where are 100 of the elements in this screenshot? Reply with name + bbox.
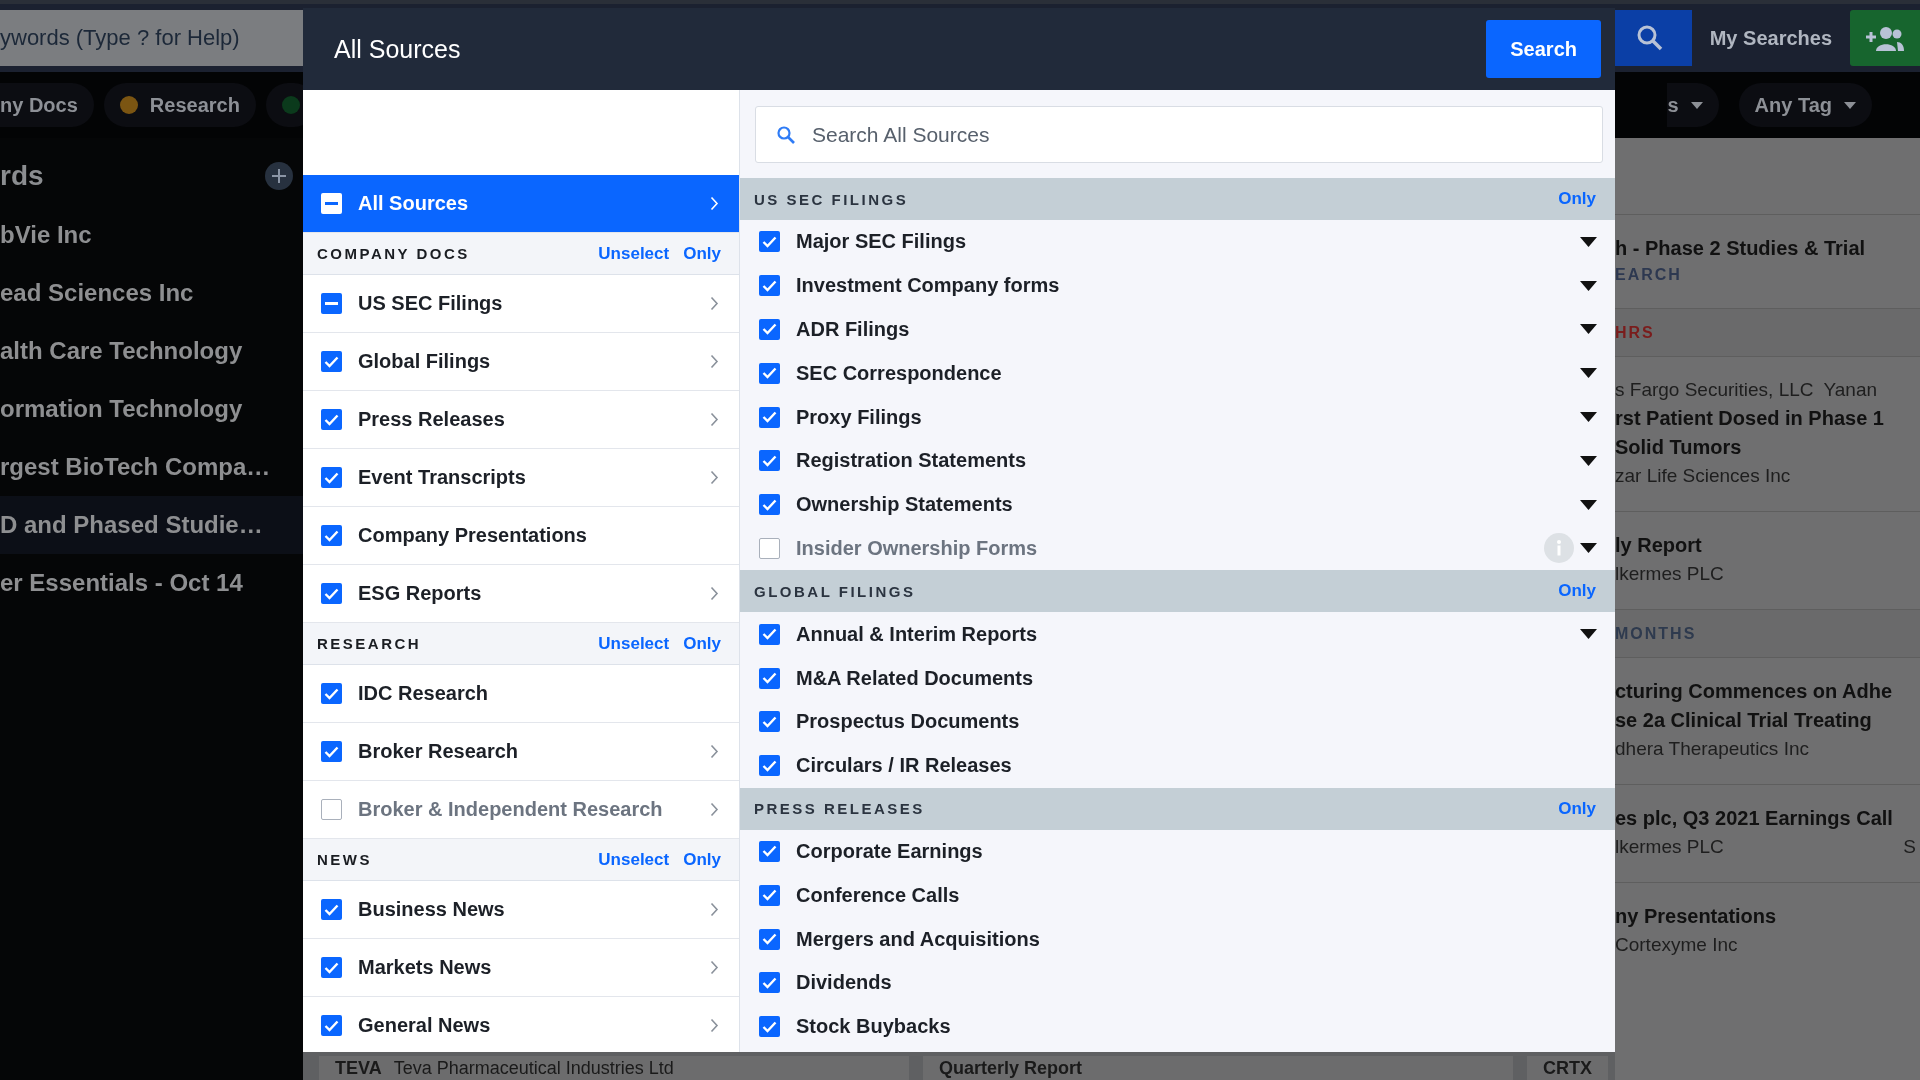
sidebar-item[interactable]: er Essentials - Oct 14 bbox=[0, 554, 303, 612]
add-user-button[interactable] bbox=[1850, 10, 1920, 66]
checkbox[interactable] bbox=[759, 450, 780, 472]
result-title[interactable]: Solid Tumors bbox=[1615, 436, 1920, 459]
search-field[interactable]: ywords (Type ? for Help) bbox=[0, 10, 303, 66]
result-title[interactable]: ny Presentations bbox=[1615, 905, 1920, 928]
source-option[interactable]: Annual & Interim Reports bbox=[796, 622, 1038, 646]
only-link[interactable]: Only bbox=[683, 243, 721, 264]
filter-chip[interactable]: ny Docs bbox=[0, 83, 94, 127]
chevron-right-icon[interactable] bbox=[710, 902, 719, 917]
source-option[interactable]: Prospectus Documents bbox=[796, 710, 1020, 734]
checkbox[interactable] bbox=[759, 231, 780, 253]
checkbox[interactable] bbox=[759, 406, 780, 428]
sidebar-item[interactable]: rgest BioTech Compa… bbox=[0, 438, 303, 496]
source-option[interactable]: M&A Related Documents bbox=[796, 666, 1034, 690]
checkbox[interactable] bbox=[321, 467, 342, 488]
source-option[interactable]: Registration Statements bbox=[796, 449, 1027, 473]
search-button[interactable]: Search bbox=[1486, 20, 1601, 78]
checkbox[interactable] bbox=[759, 711, 780, 733]
caret-down-icon[interactable] bbox=[1580, 499, 1597, 510]
add-button[interactable] bbox=[265, 162, 293, 190]
unselect-link[interactable]: Unselect bbox=[598, 633, 670, 654]
filter-dropdown[interactable]: s bbox=[1667, 83, 1719, 127]
result-card[interactable]: TEVA Teva Pharmaceutical Industries Ltd bbox=[319, 1056, 909, 1080]
result-title[interactable]: se 2a Clinical Trial Treating bbox=[1615, 709, 1920, 732]
filter-dropdown[interactable]: Any Tag bbox=[1738, 83, 1872, 127]
source-option[interactable]: Proxy Filings bbox=[796, 405, 922, 429]
chevron-right-icon[interactable] bbox=[710, 586, 719, 601]
checkbox[interactable] bbox=[321, 351, 342, 372]
caret-down-icon[interactable] bbox=[1580, 629, 1597, 640]
result-title[interactable]: ly Report bbox=[1615, 534, 1920, 557]
checkbox[interactable] bbox=[759, 537, 780, 559]
caret-down-icon[interactable] bbox=[1580, 368, 1597, 379]
source-option[interactable]: Circulars / IR Releases bbox=[796, 754, 1012, 778]
chevron-right-icon[interactable] bbox=[710, 470, 719, 485]
sidebar-item[interactable]: D and Phased Studie… bbox=[0, 496, 303, 554]
sidebar-item[interactable]: bVie Inc bbox=[0, 206, 303, 264]
source-option[interactable]: ADR Filings bbox=[796, 318, 910, 341]
chevron-right-icon[interactable] bbox=[710, 802, 719, 817]
checkbox[interactable] bbox=[759, 362, 780, 384]
checkbox[interactable] bbox=[321, 899, 342, 920]
checkbox[interactable] bbox=[759, 667, 780, 689]
checkbox[interactable] bbox=[759, 494, 780, 516]
checkbox[interactable] bbox=[759, 840, 780, 862]
only-link[interactable]: Only bbox=[683, 849, 721, 870]
checkbox[interactable] bbox=[321, 409, 342, 430]
source-option[interactable]: Conference Calls bbox=[796, 883, 960, 907]
checkbox[interactable] bbox=[321, 583, 342, 604]
checkbox[interactable] bbox=[321, 957, 342, 978]
result-card[interactable]: Quarterly Report bbox=[923, 1056, 1513, 1080]
checkbox[interactable] bbox=[759, 1016, 780, 1038]
checkbox[interactable] bbox=[321, 741, 342, 762]
result-title[interactable]: cturing Commences on Adhe bbox=[1615, 680, 1920, 703]
checkbox[interactable] bbox=[759, 972, 780, 994]
caret-down-icon[interactable] bbox=[1580, 280, 1597, 291]
checkbox[interactable] bbox=[321, 525, 342, 546]
only-link[interactable]: Only bbox=[683, 633, 721, 654]
sidebar-item[interactable]: ormation Technology bbox=[0, 380, 303, 438]
caret-down-icon[interactable] bbox=[1580, 324, 1597, 335]
source-option[interactable]: Ownership Statements bbox=[796, 493, 1013, 517]
source-option[interactable]: Dividends bbox=[796, 971, 892, 995]
unselect-link[interactable]: Unselect bbox=[598, 849, 670, 870]
chevron-right-icon[interactable] bbox=[710, 744, 719, 759]
checkbox[interactable] bbox=[321, 683, 342, 704]
checkbox[interactable] bbox=[321, 193, 342, 214]
result-card[interactable]: CRTX bbox=[1527, 1056, 1608, 1080]
checkbox[interactable] bbox=[759, 928, 780, 950]
chevron-right-icon[interactable] bbox=[710, 412, 719, 427]
source-option[interactable]: Stock Buybacks bbox=[796, 1015, 951, 1039]
checkbox[interactable] bbox=[321, 1015, 342, 1036]
checkbox[interactable] bbox=[321, 799, 342, 820]
sidebar-item[interactable]: ead Sciences Inc bbox=[0, 264, 303, 322]
chevron-right-icon[interactable] bbox=[710, 1018, 719, 1033]
checkbox[interactable] bbox=[759, 884, 780, 906]
checkbox[interactable] bbox=[759, 319, 780, 340]
my-searches-link[interactable]: My Searches bbox=[1709, 26, 1832, 50]
result-title[interactable]: rst Patient Dosed in Phase 1 bbox=[1615, 407, 1920, 430]
source-option[interactable]: Investment Company forms bbox=[796, 274, 1060, 298]
caret-down-icon[interactable] bbox=[1580, 412, 1597, 423]
source-option[interactable]: Mergers and Acquisitions bbox=[796, 927, 1040, 951]
source-option[interactable]: SEC Correspondence bbox=[796, 361, 1002, 385]
caret-down-icon[interactable] bbox=[1580, 236, 1597, 247]
source-option[interactable]: Major SEC Filings bbox=[796, 230, 967, 254]
caret-down-icon[interactable] bbox=[1580, 543, 1597, 554]
chevron-right-icon[interactable] bbox=[710, 354, 719, 369]
unselect-link[interactable]: Unselect bbox=[598, 243, 670, 264]
source-option[interactable]: Corporate Earnings bbox=[796, 839, 983, 863]
chevron-right-icon[interactable] bbox=[710, 960, 719, 975]
source-category[interactable]: All Sources bbox=[303, 175, 739, 233]
caret-down-icon[interactable] bbox=[1580, 455, 1597, 466]
chevron-right-icon[interactable] bbox=[710, 296, 719, 311]
search-field[interactable]: Search All Sources bbox=[755, 106, 1603, 163]
source-option[interactable]: Insider Ownership Forms bbox=[796, 536, 1038, 560]
filter-chip[interactable]: Research bbox=[103, 83, 256, 127]
result-title[interactable]: es plc, Q3 2021 Earnings Call bbox=[1615, 807, 1920, 830]
checkbox[interactable] bbox=[759, 623, 780, 645]
checkbox[interactable] bbox=[759, 755, 780, 777]
result-title[interactable]: h - Phase 2 Studies & Trial bbox=[1615, 237, 1920, 260]
sidebar-item[interactable]: alth Care Technology bbox=[0, 322, 303, 380]
checkbox[interactable] bbox=[321, 293, 342, 314]
